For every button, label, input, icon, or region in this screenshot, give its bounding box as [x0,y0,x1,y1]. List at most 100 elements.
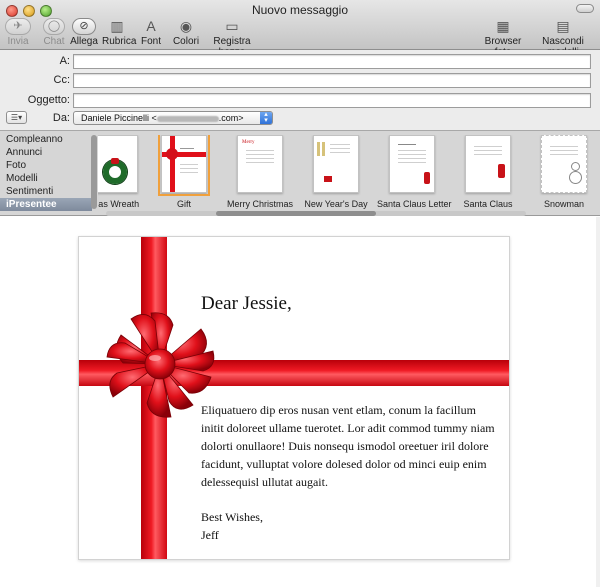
colors-button[interactable]: ◉ Colori [172,18,200,47]
card-line [474,146,502,147]
gift-line [180,168,198,169]
from-select[interactable]: Daniele Piccinelli < .com> ▴ ▾ [73,111,273,125]
letter-signature[interactable]: Jeff [201,526,219,544]
stationery-name: Snowman [543,199,585,209]
to-field[interactable] [73,54,591,69]
card-line [550,146,578,147]
chat-button[interactable]: ◯ Chat [40,18,68,47]
champagne-glass-icon [317,142,320,156]
stationery-categories: Compleanno Annunci Foto Modelli Sentimen… [0,133,92,211]
category-photos[interactable]: Foto [0,159,92,172]
address-book-button[interactable]: ▥ Rubrica [102,18,136,47]
to-label: A: [59,55,70,67]
subject-field[interactable] [73,93,591,108]
cc-label: Cc: [53,74,71,86]
stationery-scrollbar[interactable] [106,211,526,216]
attach-button[interactable]: ⊘ Allega [70,18,98,47]
gift-bow-icon [166,148,178,160]
stationery-name: New Year's Day [304,199,368,209]
chat-label: Chat [43,36,65,47]
santa-claus-thumbnail [465,135,511,193]
stationery-icon: ▤ [556,18,570,34]
from-suffix: .com> [218,113,244,123]
stationery-name: mas Wreath [98,199,140,209]
fonts-label: Font [140,36,161,47]
attach-label: Allega [70,36,98,47]
gift-line [180,164,198,165]
address-book-icon: ▥ [110,18,124,34]
stationery-name: Santa Claus Letter [377,199,452,209]
window-toolbar: Nuovo messaggio ✈ Invia ◯ Chat ⊘ Allega … [0,0,600,58]
wreath-thumbnail [98,135,138,193]
stationery-gift[interactable]: Gift [149,135,219,209]
colors-label: Colori [172,36,200,47]
card-line [398,158,426,159]
updown-arrows-icon: ▴ ▾ [260,112,272,124]
card-line [398,162,426,163]
card-line [330,148,350,149]
category-announcements[interactable]: Annunci [0,146,92,159]
category-templates[interactable]: Modelli [0,172,92,185]
card-line [246,150,274,151]
snowman-thumbnail [541,135,587,193]
stationery-merry-christmas[interactable]: Merry Merry Christmas [225,135,295,209]
gift-line [180,148,194,149]
card-line [330,152,350,153]
stationery-name: Merry Christmas [226,199,293,209]
fonts-button[interactable]: A Font [140,18,162,47]
stationery-santa-claus[interactable]: Santa Claus [453,135,523,209]
message-body[interactable]: Dear Jessie, Eliquatuero dip eros nusan … [0,217,600,587]
draft-icon: ▭ [225,18,239,34]
merry-christmas-thumbnail: Merry [237,135,283,193]
gift-box-icon [324,176,332,182]
photo-browser-icon: ▦ [496,18,510,34]
card-line [398,150,426,151]
send-label: Invia [7,36,29,47]
categories-scrollbar[interactable] [91,135,97,209]
stationery-pane: Compleanno Annunci Foto Modelli Sentimen… [0,130,600,216]
send-icon: ✈ [5,18,31,35]
stationery-santa-claus-letter[interactable]: Santa Claus Letter [377,135,452,209]
color-wheel-icon: ◉ [179,18,193,34]
stationery-scrollbar-knob[interactable] [216,211,376,216]
chat-icon: ◯ [43,18,65,35]
santa-icon [424,172,430,184]
letter-closing[interactable]: Best Wishes, [201,508,263,526]
santa-letter-thumbnail [389,135,435,193]
cc-field[interactable] [73,73,591,88]
card-line [246,162,274,163]
stationery-name: Santa Claus [463,199,513,209]
gift-thumbnail [158,135,210,196]
snowman-body-icon [569,171,582,184]
merry-christmas-heading: Merry [242,140,255,145]
card-line [246,158,274,159]
paperclip-icon: ⊘ [72,18,96,35]
subject-label: Oggetto: [27,94,70,106]
gift-stationery-card: Dear Jessie, Eliquatuero dip eros nusan … [78,236,510,560]
gift-line [180,172,198,173]
card-line [474,154,502,155]
stationery-thumbnails: mas Wreath Gift Merry Merry Chris [98,135,600,213]
send-button[interactable]: ✈ Invia [4,18,32,47]
stationery-christmas-wreath[interactable]: mas Wreath [98,135,150,209]
toolbar-toggle-button[interactable] [576,4,594,13]
from-name: Daniele Piccinelli < [81,113,157,123]
redacted-email [156,115,219,122]
champagne-glass-icon [322,142,325,156]
letter-body[interactable]: Eliquatuero dip eros nusan vent etlam, c… [201,401,497,491]
category-sentiments[interactable]: Sentimenti [0,185,92,198]
wreath-bow-icon [111,158,119,164]
address-book-label: Rubrica [102,36,137,47]
card-line [398,154,426,155]
card-line [398,144,416,145]
category-ipresentee[interactable]: iPresentee [0,198,92,211]
stationery-snowman[interactable]: Snowman [529,135,599,209]
card-line [330,144,350,145]
stationery-new-years-day[interactable]: New Year's Day [301,135,371,209]
category-birthday[interactable]: Compleanno [0,133,92,146]
new-years-thumbnail [313,135,359,193]
body-scrollbar[interactable] [596,217,600,587]
card-line [550,154,578,155]
window-title: Nuovo messaggio [251,3,349,17]
letter-greeting[interactable]: Dear Jessie, [201,293,292,315]
